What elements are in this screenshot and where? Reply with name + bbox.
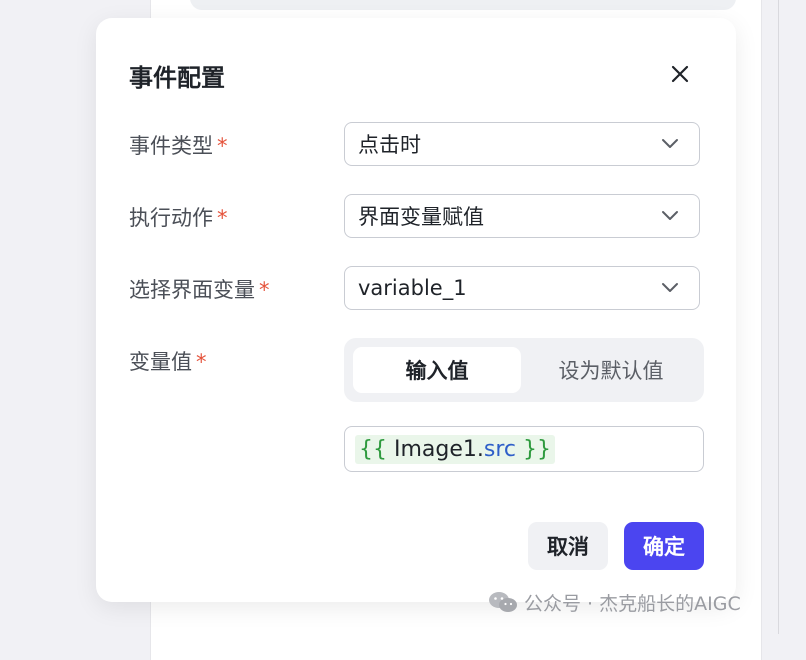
value-mode-segmented-control: 输入值 设为默认值 bbox=[344, 338, 704, 402]
event-type-select[interactable]: 点击时 bbox=[344, 122, 700, 166]
variable-select[interactable]: variable_1 bbox=[344, 266, 700, 310]
variable-label-text: 选择界面变量 bbox=[129, 278, 255, 302]
variable-value-label: 变量值 * bbox=[129, 346, 207, 376]
variable-value: variable_1 bbox=[358, 276, 467, 300]
dialog-title: 事件配置 bbox=[129, 64, 225, 92]
required-mark: * bbox=[196, 350, 207, 374]
cancel-button[interactable]: 取消 bbox=[528, 522, 608, 570]
event-type-label: 事件类型 * bbox=[129, 130, 228, 160]
tab-set-default-value[interactable]: 设为默认值 bbox=[527, 347, 695, 393]
background-divider bbox=[778, 0, 779, 634]
close-icon bbox=[671, 65, 689, 83]
chevron-down-icon bbox=[662, 211, 678, 220]
expression-token: {{ Image1.src }} bbox=[355, 434, 556, 464]
watermark: 公众号 · 杰克船长的AIGC bbox=[488, 590, 741, 615]
event-type-label-text: 事件类型 bbox=[129, 134, 213, 158]
action-value: 界面变量赋值 bbox=[358, 205, 484, 229]
confirm-button[interactable]: 确定 bbox=[624, 522, 704, 570]
required-mark: * bbox=[217, 206, 228, 230]
expression-object: Image1. bbox=[387, 436, 484, 462]
action-label-text: 执行动作 bbox=[129, 206, 213, 230]
chevron-down-icon bbox=[662, 139, 678, 148]
variable-label: 选择界面变量 * bbox=[129, 274, 270, 304]
expression-close-brace: }} bbox=[516, 436, 552, 462]
watermark-text: 公众号 · 杰克船长的AIGC bbox=[524, 592, 741, 615]
wechat-icon bbox=[489, 592, 517, 612]
expression-input[interactable]: {{ Image1.src }} bbox=[344, 426, 704, 472]
chevron-down-icon bbox=[662, 283, 678, 292]
expression-open-brace: {{ bbox=[359, 436, 387, 462]
event-config-dialog: 事件配置 事件类型 * 点击时 执行动作 * 界面变量赋值 选择界面变量 * vari… bbox=[96, 18, 736, 602]
expression-property: src bbox=[483, 436, 517, 462]
required-mark: * bbox=[217, 134, 228, 158]
close-button[interactable] bbox=[668, 62, 692, 86]
action-select[interactable]: 界面变量赋值 bbox=[344, 194, 700, 238]
required-mark: * bbox=[259, 278, 270, 302]
action-label: 执行动作 * bbox=[129, 202, 228, 232]
background-strip bbox=[190, 0, 736, 10]
event-type-value: 点击时 bbox=[358, 133, 421, 157]
tab-input-value[interactable]: 输入值 bbox=[353, 347, 521, 393]
variable-value-label-text: 变量值 bbox=[129, 350, 192, 374]
